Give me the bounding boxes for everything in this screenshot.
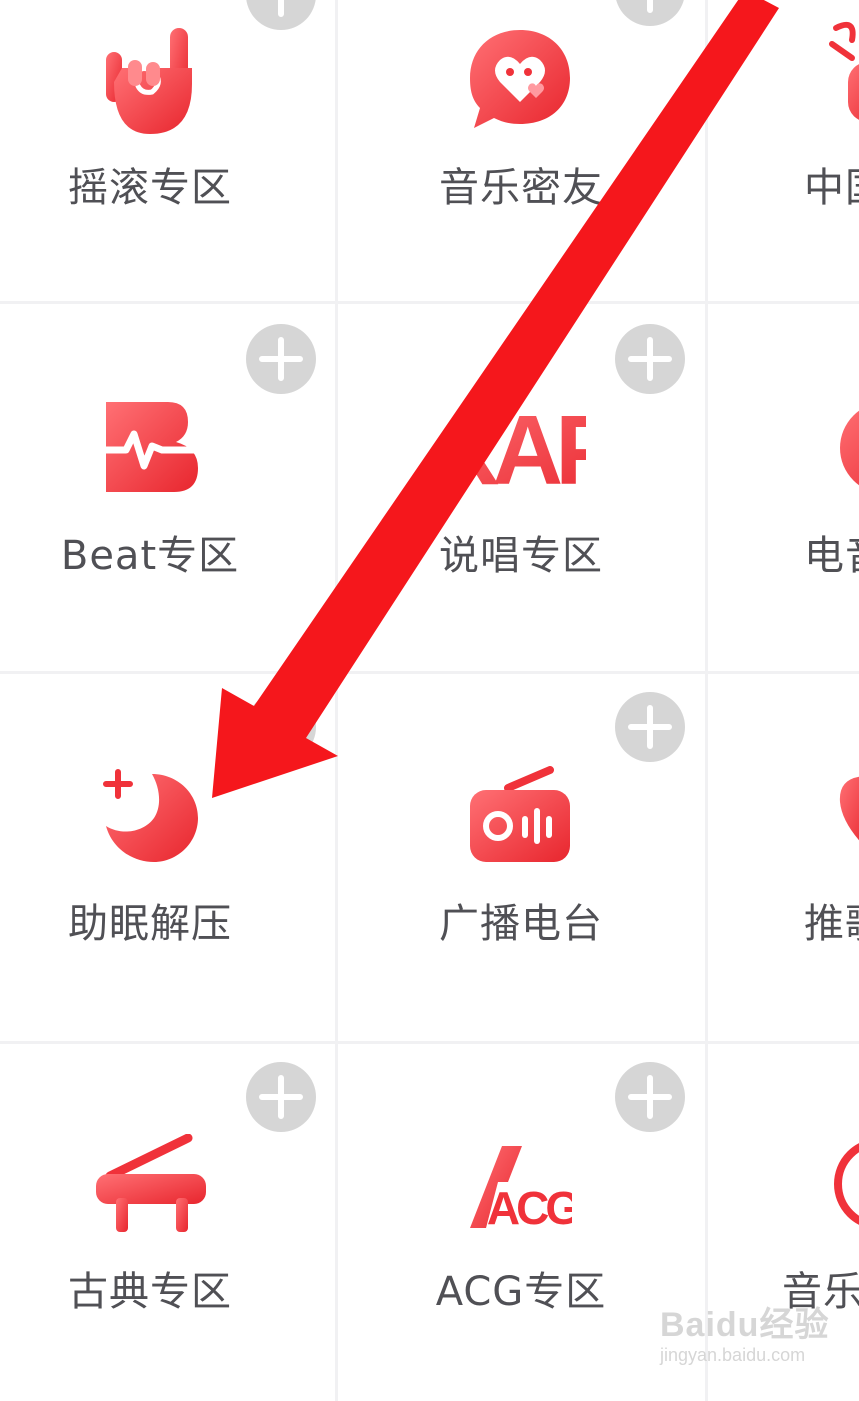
electronic-icon (840, 410, 859, 486)
category-tile-beat[interactable]: Beat专区 (0, 304, 335, 671)
plus-icon (259, 337, 303, 381)
tile-label: 广播电台 (439, 901, 603, 947)
tile-label: 音乐密友 (439, 165, 603, 211)
category-tile-rap[interactable]: RAP 说唱专区 (338, 304, 705, 671)
category-tile-music-friend[interactable]: 音乐密友 (338, 0, 705, 301)
category-tile-chinese[interactable]: 中国 (708, 0, 859, 301)
chinese-music-icon (829, 22, 859, 120)
add-button[interactable] (246, 0, 316, 30)
acg-logo-text: ACG (487, 1182, 572, 1232)
rock-hand-icon (106, 28, 192, 134)
category-tile-radio[interactable]: 广播电台 (338, 674, 705, 1041)
plus-icon (278, 0, 284, 17)
add-button[interactable] (615, 324, 685, 394)
plus-icon (259, 1075, 303, 1119)
plus-icon (628, 705, 672, 749)
plus-icon (628, 337, 672, 381)
beat-pulse-icon (104, 402, 200, 492)
category-tile-recommend[interactable]: 推歌 (708, 674, 859, 1041)
tile-label: 推歌 (804, 901, 859, 947)
add-button[interactable] (615, 692, 685, 762)
category-tile-rock[interactable]: 摇滚专区 (0, 0, 335, 301)
tile-label: 古典专区 (68, 1269, 232, 1315)
add-button[interactable] (246, 692, 316, 762)
tile-label: 助眠解压 (68, 901, 232, 947)
category-tile-sleep[interactable]: 助眠解压 (0, 674, 335, 1041)
watermark-url: jingyan.baidu.com (660, 1345, 806, 1365)
category-tile-classical[interactable]: 古典专区 (0, 1044, 335, 1401)
acg-logo-icon: ACG (470, 1146, 572, 1232)
heart-chat-icon (470, 30, 570, 128)
watermark: Baidu经验 jingyan.baidu.com (660, 1306, 829, 1366)
tile-label: 中国 (804, 165, 859, 211)
plus-icon (628, 1075, 672, 1119)
tile-label: Beat专区 (60, 533, 240, 579)
rap-logo-text: RAP (456, 400, 586, 496)
category-tile-acg[interactable]: ACG ACG专区 (338, 1044, 705, 1401)
add-button[interactable] (246, 324, 316, 394)
add-button[interactable] (246, 1062, 316, 1132)
add-button[interactable] (615, 0, 685, 26)
tile-label: 摇滚专区 (68, 165, 232, 211)
watermark-brand: Baidu经验 (660, 1306, 830, 1344)
rap-text-icon: RAP (456, 400, 586, 496)
recommend-icon (839, 776, 859, 841)
plus-icon (259, 705, 303, 749)
add-button[interactable] (615, 1062, 685, 1132)
plus-icon (647, 0, 653, 13)
tile-label: 说唱专区 (439, 533, 603, 579)
music-icon (834, 1143, 859, 1225)
tile-label: 电音 (804, 533, 859, 579)
radio-icon (470, 766, 570, 862)
tile-label: ACG专区 (435, 1269, 607, 1315)
piano-icon (96, 1134, 206, 1232)
category-tile-electronic[interactable]: 电音 (708, 304, 859, 671)
moon-sleep-icon (103, 769, 198, 862)
